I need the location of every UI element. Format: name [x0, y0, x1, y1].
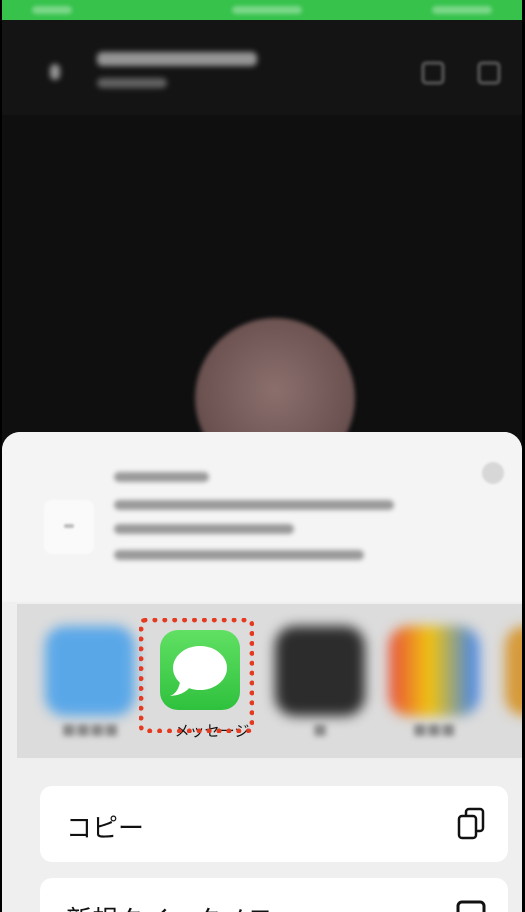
quick-note-icon [456, 900, 486, 912]
app-icon-blurred[interactable] [275, 626, 365, 716]
status-indicators-blurred [432, 6, 492, 14]
app-label-blurred: ■■■■ [61, 720, 119, 738]
copy-action-label: コピー [66, 814, 145, 844]
app-icon-blurred[interactable] [389, 626, 479, 716]
status-bar [2, 0, 522, 20]
share-sheet: ■■■■ ■ ■■■ メッセージ コピー [2, 432, 522, 912]
share-thumbnail [44, 500, 94, 554]
copy-action[interactable]: コピー [40, 786, 508, 862]
call-status-blurred [97, 78, 167, 88]
top-nav-bar [2, 20, 522, 115]
app-label-blurred: ■■■ [412, 720, 456, 738]
close-icon[interactable] [482, 462, 504, 484]
highlight-annotation [139, 618, 254, 733]
video-icon[interactable] [422, 62, 444, 84]
phone-screen: ■■■■ ■ ■■■ メッセージ コピー [0, 0, 525, 912]
share-app-row: ■■■■ ■ ■■■ メッセージ [17, 604, 522, 758]
status-center-blurred [232, 6, 302, 14]
back-chevron-icon[interactable] [50, 64, 60, 80]
app-icon-blurred[interactable] [505, 626, 522, 716]
status-time-blurred [32, 6, 72, 14]
quick-note-action[interactable]: 新規クイックメモ [40, 878, 508, 912]
share-url-line-blurred [114, 500, 394, 510]
contact-name-blurred [97, 52, 257, 66]
copy-icon [457, 807, 485, 840]
quick-note-action-label: 新規クイックメモ [66, 900, 273, 912]
share-header [2, 432, 522, 602]
app-label-blurred: ■ [312, 720, 328, 738]
share-url-line-blurred [114, 550, 364, 560]
share-title-blurred [114, 472, 209, 482]
app-icon-blurred[interactable] [45, 626, 135, 716]
share-url-line-blurred [114, 524, 294, 534]
menu-icon[interactable] [478, 62, 500, 84]
